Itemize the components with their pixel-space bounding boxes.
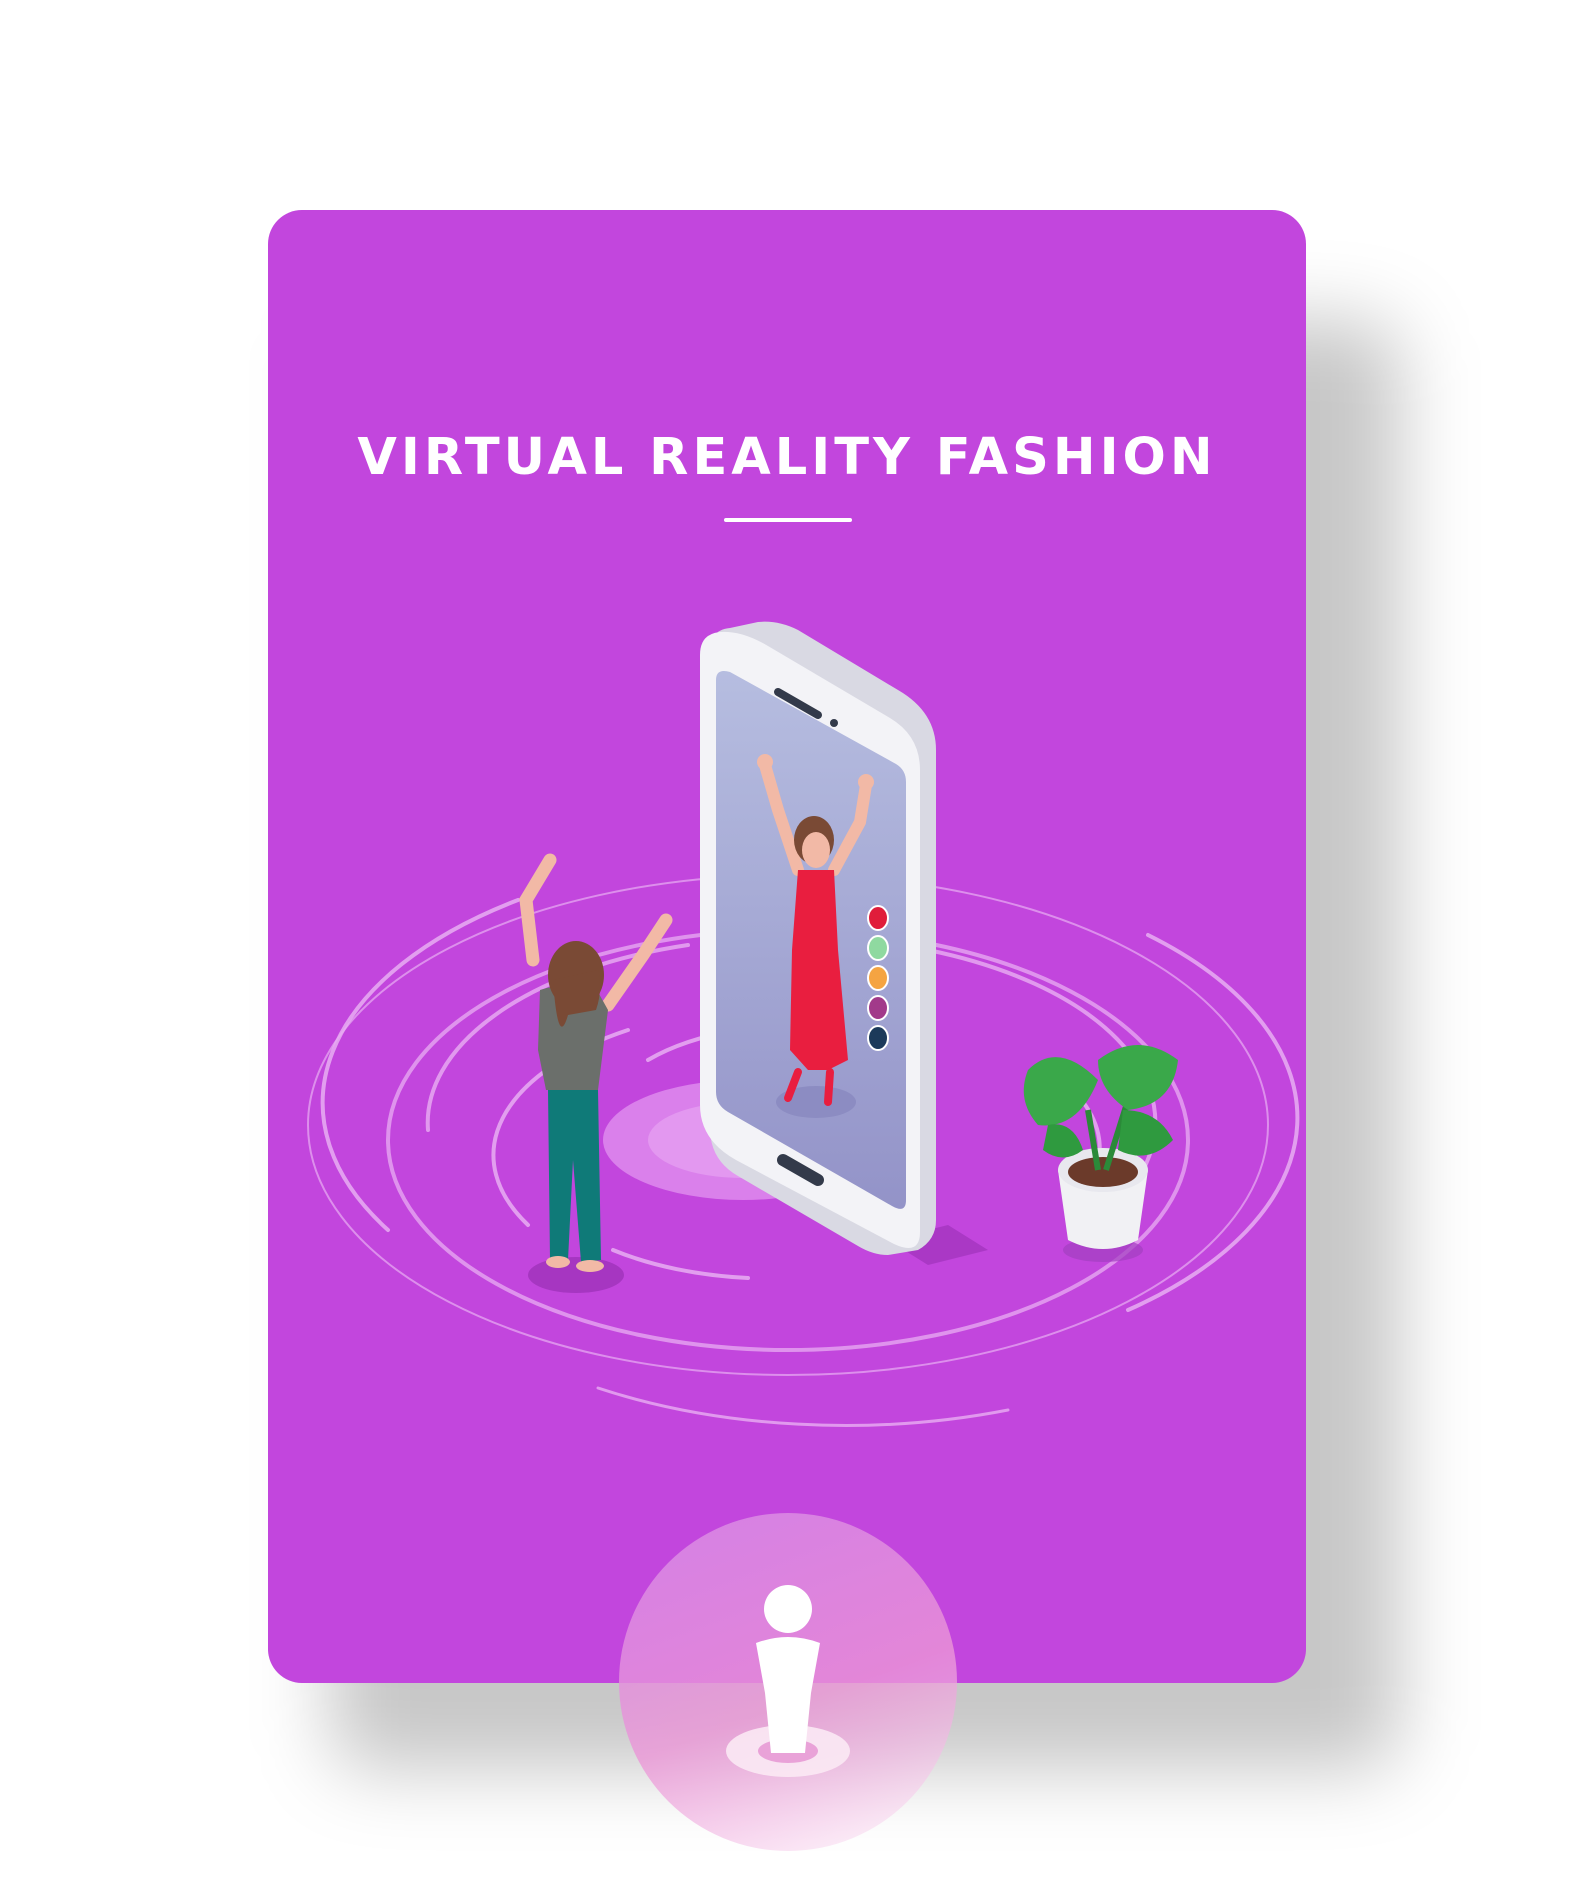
swatch-green [867, 935, 889, 961]
color-swatches [867, 905, 889, 1051]
fashion-card: VIRTUAL REALITY FASHION [268, 210, 1306, 1683]
swatch-plum [867, 995, 889, 1021]
ar-user-badge[interactable] [619, 1513, 957, 1851]
page: VIRTUAL REALITY FASHION [0, 0, 1572, 1887]
user-figure [519, 853, 673, 1293]
potted-plant [1023, 1045, 1178, 1262]
swatch-navy [867, 1025, 889, 1051]
title-underline [724, 518, 852, 522]
swatch-red [867, 905, 889, 931]
swatch-orange [867, 965, 889, 991]
card-title: VIRTUAL REALITY FASHION [357, 428, 1217, 487]
person-on-pad-icon [726, 1585, 850, 1777]
